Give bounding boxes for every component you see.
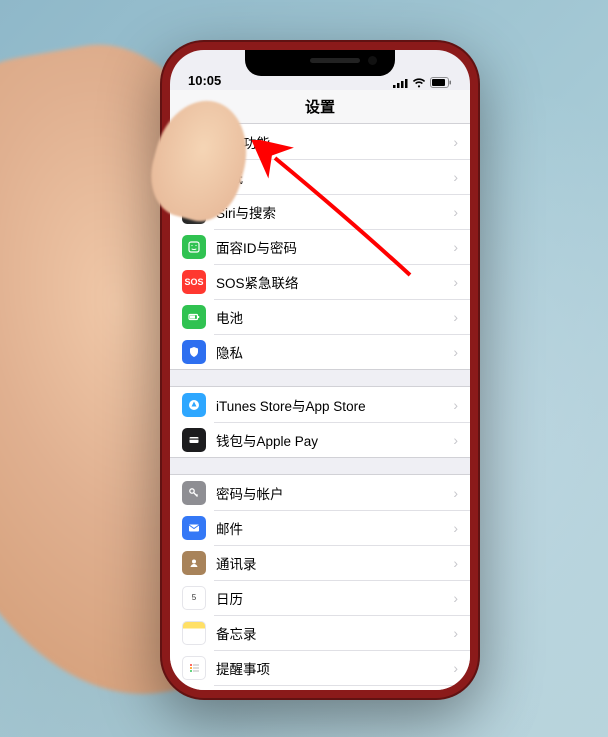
row-label: 电池 (216, 307, 453, 327)
chevron-right-icon: › (453, 134, 458, 150)
key-icon (182, 481, 206, 505)
chevron-right-icon: › (453, 239, 458, 255)
wifi-icon (412, 78, 426, 88)
row-mail[interactable]: 邮件 › (170, 510, 470, 545)
row-label: 通讯录 (216, 553, 453, 573)
calendar-icon: 5 (182, 586, 206, 610)
appstore-icon (182, 393, 206, 417)
row-label: 密码与帐户 (216, 483, 453, 503)
chevron-right-icon: › (453, 432, 458, 448)
row-sos[interactable]: SOS SOS紧急联络 › (170, 264, 470, 299)
row-notes[interactable]: 备忘录 › (170, 615, 470, 650)
row-label: 辅助功能 (216, 132, 453, 152)
chevron-right-icon: › (453, 660, 458, 676)
chevron-right-icon: › (453, 309, 458, 325)
row-itunes-appstore[interactable]: iTunes Store与App Store › (170, 387, 470, 422)
settings-group-3: 密码与帐户 › 邮件 › 通讯录 › (170, 474, 470, 690)
row-label: 隐私 (216, 342, 453, 362)
row-label: 提醒事项 (216, 658, 453, 678)
row-calendar[interactable]: 5 日历 › (170, 580, 470, 615)
battery-icon (430, 77, 452, 88)
row-reminders[interactable]: 提醒事项 › (170, 650, 470, 685)
chevron-right-icon: › (453, 169, 458, 185)
battery-settings-icon (182, 305, 206, 329)
notch (245, 50, 395, 76)
row-label: SOS紧急联络 (216, 272, 453, 292)
chevron-right-icon: › (453, 204, 458, 220)
row-battery[interactable]: 电池 › (170, 299, 470, 334)
row-wallet-applepay[interactable]: 钱包与Apple Pay › (170, 422, 470, 457)
row-label: 墙纸 (216, 167, 453, 187)
row-label: iTunes Store与App Store (216, 395, 453, 415)
cellular-signal-icon (393, 78, 408, 88)
row-faceid-passcode[interactable]: 面容ID与密码 › (170, 229, 470, 264)
chevron-right-icon: › (453, 344, 458, 360)
row-label: 邮件 (216, 518, 453, 538)
reminders-icon (182, 656, 206, 680)
chevron-right-icon: › (453, 555, 458, 571)
privacy-icon (182, 340, 206, 364)
row-label: 日历 (216, 588, 453, 608)
chevron-right-icon: › (453, 485, 458, 501)
status-indicators (393, 77, 452, 88)
sos-text: SOS (184, 277, 203, 287)
row-label: Siri与搜索 (216, 202, 453, 222)
page-title: 设置 (305, 96, 335, 117)
row-voice-memos[interactable]: 语音备忘录 › (170, 685, 470, 690)
faceid-icon (182, 235, 206, 259)
chevron-right-icon: › (453, 397, 458, 413)
wallet-icon (182, 428, 206, 452)
contacts-icon (182, 551, 206, 575)
mail-icon (182, 516, 206, 540)
notes-icon (182, 621, 206, 645)
chevron-right-icon: › (453, 590, 458, 606)
row-privacy[interactable]: 隐私 › (170, 334, 470, 369)
row-label: 钱包与Apple Pay (216, 430, 453, 450)
row-passwords-accounts[interactable]: 密码与帐户 › (170, 475, 470, 510)
status-time: 10:05 (188, 73, 221, 88)
settings-group-2: iTunes Store与App Store › 钱包与Apple Pay › (170, 386, 470, 458)
chevron-right-icon: › (453, 274, 458, 290)
row-label: 备忘录 (216, 623, 453, 643)
chevron-right-icon: › (453, 520, 458, 536)
chevron-right-icon: › (453, 625, 458, 641)
svg-text:5: 5 (192, 593, 197, 602)
row-label: 面容ID与密码 (216, 237, 453, 257)
sos-icon: SOS (182, 270, 206, 294)
row-contacts[interactable]: 通讯录 › (170, 545, 470, 580)
